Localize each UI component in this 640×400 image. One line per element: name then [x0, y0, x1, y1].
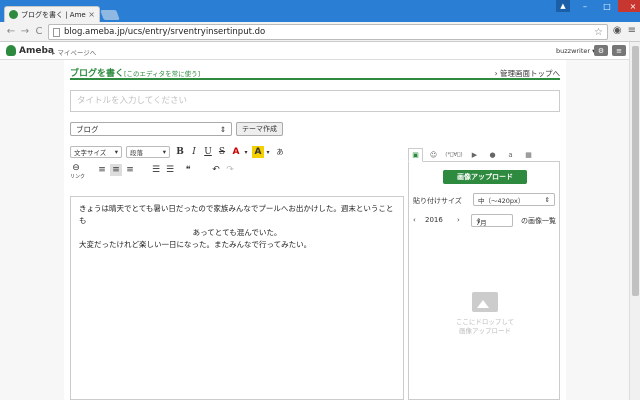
tab-info[interactable]: ● [485, 148, 500, 162]
theme-select[interactable]: ブログ ⇕ [70, 122, 232, 136]
ameba-logo[interactable]: Ameba [6, 45, 54, 56]
bg-color-arrow-icon[interactable]: ▾ [262, 146, 274, 158]
drop-text-line2: 画像アップロード [459, 327, 511, 335]
user-menu[interactable]: buzzwriter ▾ [556, 47, 595, 55]
ruby-button[interactable]: あ [274, 146, 286, 158]
theme-create-button[interactable]: テーマ作成 [236, 122, 283, 136]
tab-image[interactable]: ▣ [408, 148, 423, 162]
strikethrough-button[interactable]: S [216, 146, 228, 158]
font-color-arrow-icon[interactable]: ▾ [240, 146, 252, 158]
address-bar[interactable]: blog.ameba.jp/ucs/entry/srventryinsertin… [48, 24, 608, 40]
site-menu-icon[interactable]: ≡ [612, 45, 626, 56]
editor-line: 大変だったけれど楽しい一日になった。またみんなで行ってみたい。 [79, 240, 312, 249]
ameba-favicon-icon [9, 10, 18, 19]
reload-button[interactable]: C [32, 26, 46, 37]
undo-button[interactable]: ↶ [210, 164, 222, 176]
url-text: blog.ameba.jp/ucs/entry/srventryinsertin… [64, 27, 266, 37]
back-button[interactable]: ← [4, 26, 18, 37]
bullet-list-button[interactable]: ☰ [150, 164, 162, 176]
drop-text-line1: ここにドロップして [455, 318, 515, 326]
tab-kaomoji[interactable]: (*ﾟ∀ﾟ) [444, 148, 464, 162]
editor-line: きょうは晴天でとても暑い日だったので家族みんなでプールへお出かけした。週末という… [79, 204, 394, 225]
minimize-button[interactable]: – [574, 0, 596, 12]
font-size-select[interactable]: 文字サイズ ▾ [70, 146, 122, 158]
editor-line: あってとても混んでいた。 [192, 228, 282, 237]
bookmark-star-icon[interactable]: ☆ [594, 27, 603, 38]
quote-button[interactable]: ❝ [182, 164, 194, 176]
image-drop-icon [472, 292, 498, 312]
title-input[interactable] [70, 90, 560, 112]
chrome-menu-icon[interactable]: ≡ [628, 25, 636, 36]
select-arrows-icon: ⇕ [544, 195, 550, 204]
camera-icon[interactable]: ◉ [613, 25, 622, 36]
month-select[interactable]: 7月 ⇕ [471, 214, 513, 227]
tab-amazon[interactable]: a [503, 148, 518, 162]
admin-top-link[interactable]: › 管理画面トップへ [495, 68, 560, 79]
tab-close-icon[interactable]: × [88, 10, 95, 19]
page-scrollbar[interactable] [629, 42, 640, 400]
browser-toolbar: ← → C blog.ameba.jp/ucs/entry/srventryin… [0, 22, 640, 42]
dropdown-arrow-icon: ▾ [162, 148, 166, 156]
ameba-logo-icon [6, 45, 16, 56]
scrollbar-thumb[interactable] [632, 46, 639, 296]
always-use-editor-link[interactable]: [このエディタを常に使う] [124, 68, 200, 78]
page-icon [53, 27, 60, 37]
maximize-button[interactable]: □ [596, 0, 618, 12]
paste-size-select[interactable]: 中（〜420px） ⇕ [473, 193, 555, 206]
image-panel: 画像アップロード 貼り付けサイズ 中（〜420px） ⇕ ‹ 2016 › 7月… [408, 162, 560, 400]
side-tabs: ▣ ☺ (*ﾟ∀ﾟ) ▶ ● a ▦ [408, 148, 560, 162]
year-label: 2016 [425, 216, 443, 224]
editor-toolbar: 文字サイズ ▾ 段落 ▾ B I U S A ▾ A ▾ あ ⊖ リンク ≡ ≡… [70, 146, 400, 186]
select-arrows-icon: ⇕ [219, 124, 226, 134]
tab-title: ブログを書く | Ameba (アメーバ) [21, 10, 86, 19]
close-button[interactable]: × [618, 0, 640, 12]
editor-container: ブログを書く [このエディタを常に使う] › 管理画面トップへ ブログ ⇕ テー… [64, 60, 566, 400]
select-arrows-icon: ⇕ [476, 217, 482, 225]
editor-body[interactable]: きょうは晴天でとても暑い日だったので家族みんなでプールへお出かけした。週末という… [70, 196, 404, 400]
underline-button[interactable]: U [202, 146, 214, 158]
mypage-link[interactable]: ▸ マイページへ [52, 47, 96, 57]
image-list-label: の画像一覧 [521, 217, 556, 225]
forward-button[interactable]: → [18, 26, 32, 37]
align-left-button[interactable]: ≡ [96, 164, 108, 176]
page: Ameba ▸ マイページへ buzzwriter ▾ ⚙ ≡ ブログを書く [… [0, 42, 629, 400]
prev-year-button[interactable]: ‹ [413, 216, 416, 224]
image-upload-button[interactable]: 画像アップロード [443, 170, 527, 184]
tab-emoji[interactable]: ☺ [426, 148, 441, 162]
paste-size-label: 貼り付けサイズ [413, 197, 462, 205]
drop-zone[interactable]: ここにドロップして 画像アップロード [445, 292, 525, 352]
theme-value: ブログ [76, 124, 99, 134]
numbered-list-button[interactable]: ☰ [164, 164, 176, 176]
dropdown-arrow-icon: ▾ [114, 148, 118, 156]
bold-button[interactable]: B [174, 146, 186, 158]
window-controls: – □ × [574, 0, 640, 12]
tab-grid[interactable]: ▦ [521, 148, 536, 162]
window-titlebar: ブログを書く | Ameba (アメーバ) × ▲ – □ × [0, 0, 640, 22]
heading-row: ブログを書く [このエディタを常に使う] › 管理画面トップへ [70, 66, 560, 80]
align-right-button[interactable]: ≡ [124, 164, 136, 176]
browser-tab[interactable]: ブログを書く | Ameba (アメーバ) × [4, 6, 100, 22]
next-year-button[interactable]: › [457, 216, 460, 224]
link-label: リンク [70, 174, 86, 180]
new-tab-button[interactable] [100, 10, 120, 20]
paragraph-select[interactable]: 段落 ▾ [126, 146, 170, 158]
paragraph-label: 段落 [130, 149, 143, 157]
font-size-label: 文字サイズ [74, 149, 107, 157]
site-header: Ameba ▸ マイページへ buzzwriter ▾ ⚙ ≡ [0, 42, 629, 60]
redo-button[interactable]: ↷ [224, 164, 236, 176]
date-row: ‹ 2016 › 7月 ⇕ の画像一覧 [413, 214, 559, 228]
profile-icon[interactable]: ▲ [556, 0, 570, 12]
page-title: ブログを書く [70, 69, 125, 79]
logo-text: Ameba [19, 45, 54, 56]
side-panel: ▣ ☺ (*ﾟ∀ﾟ) ▶ ● a ▦ 画像アップロード 貼り付けサイズ 中（〜4… [408, 148, 560, 400]
tab-video[interactable]: ▶ [467, 148, 482, 162]
italic-button[interactable]: I [188, 146, 200, 158]
settings-gear-icon[interactable]: ⚙ [594, 45, 608, 56]
paste-size-value: 中（〜420px） [478, 196, 525, 205]
align-center-button[interactable]: ≡ [110, 164, 122, 176]
